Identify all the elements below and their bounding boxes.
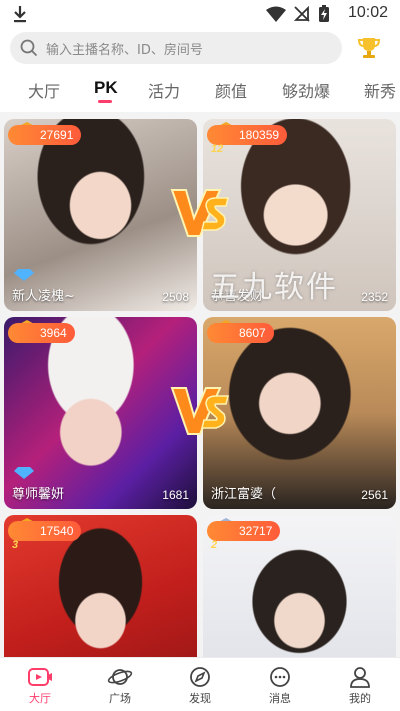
trophy-icon[interactable]	[356, 35, 382, 61]
heat-badge: 17540	[8, 521, 82, 541]
chat-bubble-icon	[270, 667, 290, 687]
wifi-icon	[266, 6, 286, 22]
signal-off-icon	[294, 6, 310, 22]
nav-messages[interactable]: 消息	[240, 662, 320, 710]
stream-card[interactable]: 3964 尊师馨妍 1681	[4, 317, 197, 509]
stream-grid: 27691 新人凌槐~ 2508 180359 12 恭喜发财 2352 396…	[0, 112, 400, 657]
status-time: 10:02	[347, 4, 388, 21]
download-icon	[14, 6, 26, 23]
diamond-icon	[14, 269, 34, 281]
diamond-icon	[14, 467, 34, 479]
streamer-name: 新人凌槐~	[12, 289, 75, 304]
stream-card[interactable]: 17540 3	[4, 515, 197, 657]
status-bar: 10:02	[0, 0, 400, 28]
stream-card[interactable]: 27691 新人凌槐~ 2508	[4, 119, 197, 311]
nav-hall[interactable]: 大厅	[0, 662, 80, 710]
viewer-count: 2508	[162, 290, 189, 304]
heat-badge: 27691	[8, 125, 82, 145]
tab-vitality[interactable]: 活力	[148, 78, 180, 102]
streamer-name: 尊师馨妍	[12, 487, 65, 502]
search-icon	[20, 39, 38, 57]
active-tab-indicator	[98, 100, 112, 103]
nav-square[interactable]: 广场	[80, 662, 160, 710]
heat-badge: 180359	[207, 125, 288, 145]
heat-badge: 3964	[8, 323, 75, 343]
search-row: 输入主播名称、ID、房间号	[0, 32, 400, 66]
tab-hall[interactable]: 大厅	[28, 78, 60, 102]
nav-label: 发现	[189, 692, 211, 705]
stream-card[interactable]: 32717 2	[203, 515, 396, 657]
planet-icon	[107, 669, 133, 685]
stream-thumbnail	[4, 119, 197, 311]
vs-icon	[170, 387, 229, 435]
nav-label: 我的	[349, 692, 371, 705]
person-icon	[350, 667, 370, 688]
nav-label: 广场	[109, 692, 131, 705]
heat-badge: 32717	[207, 521, 281, 541]
nav-discover[interactable]: 发现	[160, 662, 240, 710]
live-tv-icon	[28, 668, 52, 686]
heat-badge: 8607	[207, 323, 274, 343]
compass-icon	[190, 667, 210, 687]
stream-card[interactable]: 8607 浙江富婆（ 2561	[203, 317, 396, 509]
category-tabs: 大厅 PK 活力 颜值 够劲爆 新秀	[0, 70, 400, 110]
tab-looks[interactable]: 颜值	[215, 78, 247, 102]
viewer-count: 1681	[162, 488, 189, 502]
level-label: 2	[211, 539, 218, 551]
tab-hot[interactable]: 够劲爆	[282, 78, 330, 102]
viewer-count: 2352	[361, 290, 388, 304]
watermark-text: 五九软件	[210, 270, 338, 305]
level-label: 3	[12, 539, 19, 551]
tab-newbie[interactable]: 新秀	[364, 78, 396, 102]
bottom-nav: 大厅 广场 发现 消息 我的	[0, 657, 400, 711]
nav-profile[interactable]: 我的	[320, 662, 400, 710]
nav-label: 大厅	[29, 692, 51, 705]
search-placeholder: 输入主播名称、ID、房间号	[46, 43, 203, 58]
stream-thumbnail	[4, 317, 197, 509]
tab-pk[interactable]: PK	[94, 78, 118, 98]
stream-thumbnail	[203, 317, 396, 509]
viewer-count: 2561	[361, 488, 388, 502]
nav-label: 消息	[269, 692, 291, 705]
search-input[interactable]: 输入主播名称、ID、房间号	[10, 32, 342, 64]
level-label: 12	[211, 143, 224, 155]
battery-charging-icon	[319, 5, 329, 22]
streamer-name: 浙江富婆（	[211, 487, 277, 502]
vs-icon	[170, 189, 229, 237]
